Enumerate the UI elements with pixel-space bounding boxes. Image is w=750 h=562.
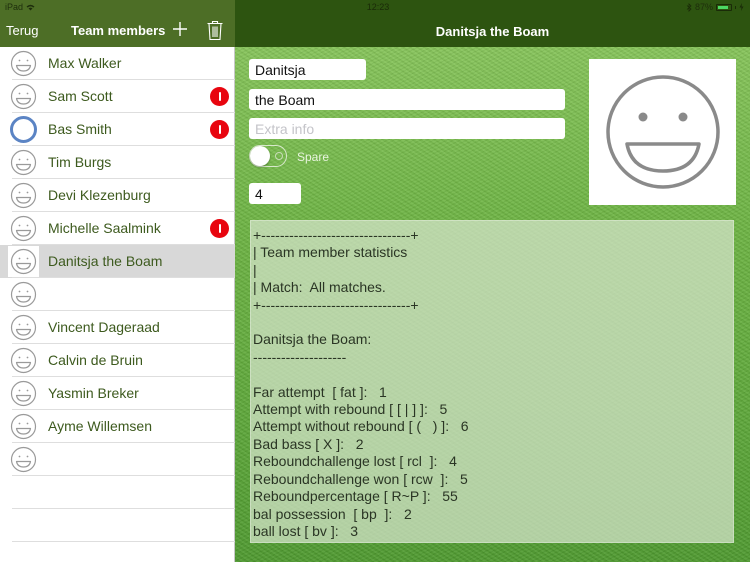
alert-badge-icon[interactable]: [210, 219, 229, 238]
stats-line: bal possession [ bp ]: 2: [253, 505, 412, 522]
member-row[interactable]: Max Walker: [0, 47, 235, 80]
toggle-knob: [250, 146, 270, 166]
trash-icon: [207, 20, 223, 41]
stats-line: |: [253, 261, 257, 278]
stats-line: | Team member statistics: [253, 244, 408, 261]
member-name: Max Walker: [48, 55, 122, 71]
spare-label: Spare: [297, 150, 330, 164]
stats-line: +--------------------------------+: [253, 227, 419, 243]
alert-mark: [218, 125, 221, 134]
member-row[interactable]: [0, 509, 235, 542]
smiley-icon: [605, 75, 720, 189]
battery-percent: 87%: [694, 2, 713, 12]
member-row[interactable]: Yasmin Breker: [0, 377, 235, 410]
stats-line: Bad bass [ X ]: 2: [253, 435, 364, 452]
member-row[interactable]: Vincent Dageraad: [0, 311, 235, 344]
delete-member-button[interactable]: [206, 19, 224, 41]
stats-line: Reboundpercentage [ R~P ]: 55: [253, 488, 458, 505]
team-member-list[interactable]: Max Walker Sam Scott Bas Smith Tim Burgs Dev…: [0, 47, 235, 562]
smiley-icon: [8, 345, 39, 376]
extra-info-field[interactable]: [249, 118, 565, 139]
alert-mark: [218, 92, 221, 101]
member-row[interactable]: Danitsja the Boam: [0, 245, 235, 278]
smiley-icon: [8, 48, 39, 79]
member-row[interactable]: [0, 476, 235, 509]
left-navigation-bar: Terug Team members: [0, 14, 235, 47]
smiley-icon: [8, 213, 39, 244]
member-row[interactable]: Tim Burgs: [0, 146, 235, 179]
member-name: Sam Scott: [48, 88, 113, 104]
smiley-icon: [8, 312, 39, 343]
member-photo[interactable]: [589, 59, 736, 205]
stats-line: Attempt with rebound [ [ | ] ]: 5: [253, 401, 448, 418]
alert-badge-icon[interactable]: [210, 87, 229, 106]
stats-line: Reboundchallenge lost [ rcl ]: 4: [253, 453, 457, 470]
member-name: Devi Klezenburg: [48, 187, 151, 203]
member-name: Vincent Dageraad: [48, 319, 160, 335]
smiley-icon: [8, 246, 39, 277]
battery-icon: [716, 3, 732, 11]
smiley-icon: [8, 81, 39, 112]
stats-line: [251, 314, 733, 331]
stats-line: Attempt without rebound [ ( ) ]: 6: [253, 418, 469, 435]
member-name: Bas Smith: [48, 121, 112, 137]
status-bar: iPad 12:23 87%: [0, 0, 750, 14]
member-name: Tim Burgs: [48, 154, 112, 170]
statistics-text-view[interactable]: +--------------------------------+ | Team…: [250, 220, 734, 543]
battery-tip: [735, 5, 736, 9]
back-button[interactable]: Terug: [6, 23, 39, 38]
member-row[interactable]: [0, 278, 235, 311]
stats-line: Reboundchallenge won [ rcw ]: 5: [253, 470, 468, 487]
alert-badge-icon[interactable]: [210, 120, 229, 139]
member-row[interactable]: Devi Klezenburg: [0, 179, 235, 212]
member-name: Ayme Willemsen: [48, 418, 152, 434]
status-right: 87%: [686, 2, 744, 12]
stats-line: [251, 366, 733, 383]
stats-line: --------------------: [253, 348, 347, 365]
wifi-icon: [26, 4, 35, 10]
member-name: Danitsja the Boam: [48, 253, 163, 269]
member-name: Calvin de Bruin: [48, 352, 143, 368]
stats-line: Far attempt [ fat ]: 1: [253, 383, 387, 400]
member-row[interactable]: Calvin de Bruin: [0, 344, 235, 377]
toggle-off-indicator: [275, 152, 283, 160]
ring-icon: [8, 114, 39, 145]
member-row[interactable]: [0, 443, 235, 476]
status-device: iPad: [5, 2, 35, 12]
right-navigation-bar: Danitsja the Boam: [235, 14, 750, 47]
member-row[interactable]: Michelle Saalmink: [0, 212, 235, 245]
member-row[interactable]: Bas Smith: [0, 113, 235, 146]
smiley-icon: [8, 147, 39, 178]
smiley-icon: [8, 411, 39, 442]
smiley-icon: [8, 444, 39, 475]
device-label: iPad: [5, 2, 24, 12]
plus-icon: [173, 22, 187, 36]
smiley-icon: [8, 180, 39, 211]
spare-toggle[interactable]: [249, 145, 287, 167]
stats-line: ball lost [ bv ]: 3: [253, 522, 359, 539]
status-time: 12:23: [366, 2, 390, 12]
detail-title: Danitsja the Boam: [435, 24, 550, 39]
member-row[interactable]: Ayme Willemsen: [0, 410, 235, 443]
charging-icon: [739, 3, 744, 11]
alert-mark: [218, 224, 221, 233]
left-nav-title: Team members: [71, 23, 166, 38]
last-name-field[interactable]: [249, 89, 565, 110]
bluetooth-icon: [686, 2, 692, 12]
player-number-field[interactable]: [249, 183, 301, 204]
member-detail-pane: Spare +--------------------------------+…: [235, 47, 750, 562]
stats-line: | Match: All matches.: [253, 279, 386, 296]
member-name: Yasmin Breker: [48, 385, 139, 401]
smiley-icon: [8, 279, 39, 310]
member-row[interactable]: Sam Scott: [0, 80, 235, 113]
row-separator: [12, 541, 235, 542]
add-member-button[interactable]: [171, 19, 189, 39]
first-name-field[interactable]: [249, 59, 366, 80]
stats-line: +--------------------------------+: [253, 296, 419, 313]
battery-level: [718, 5, 729, 9]
member-name: Michelle Saalmink: [48, 220, 161, 236]
smiley-icon: [8, 378, 39, 409]
stats-line: Danitsja the Boam:: [253, 331, 372, 348]
